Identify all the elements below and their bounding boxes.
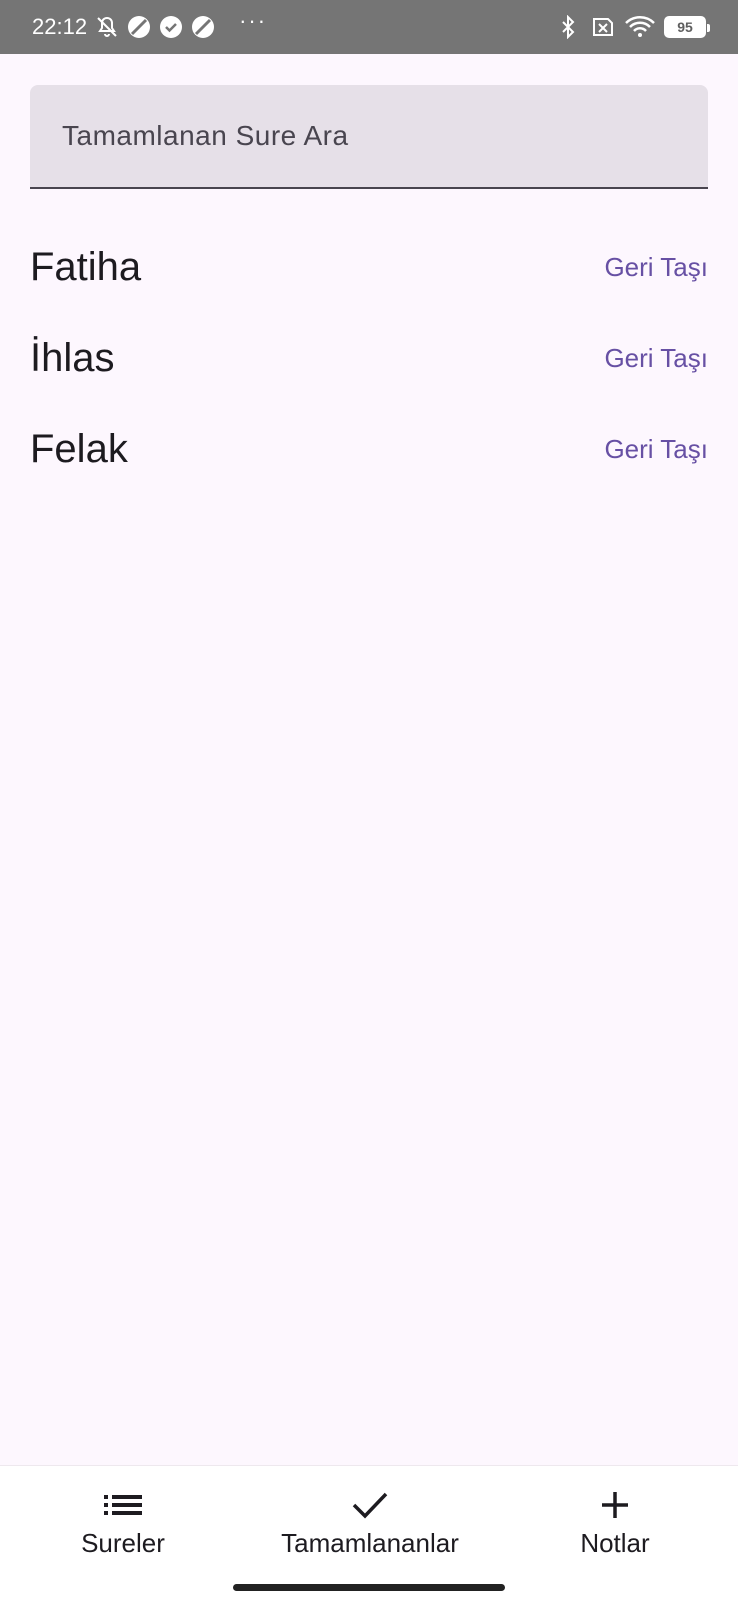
list-item: Fatiha Geri Taşı [30,222,708,313]
home-indicator[interactable] [233,1584,505,1591]
list-item: Felak Geri Taşı [30,404,708,495]
bluetooth-icon [556,15,580,39]
no-sim-icon [588,15,616,39]
search-input[interactable] [62,120,708,152]
list-icon [104,1488,142,1522]
search-field[interactable] [30,85,708,189]
nav-label-tamamlananlar: Tamamlananlar [281,1528,459,1558]
surah-title: Fatiha [30,245,142,289]
status-time: 22:12 [32,14,88,39]
completed-list: Fatiha Geri Taşı İhlas Geri Taşı Felak G… [30,222,708,495]
battery-icon: 95 [664,16,710,38]
app-icon [191,15,215,39]
nav-item-sureler[interactable]: Sureler [23,1466,223,1559]
move-back-button[interactable]: Geri Taşı [604,244,708,291]
status-bar: 22:12 ··· 95 [0,0,738,54]
status-bar-left: 22:12 ··· [32,10,267,40]
app-icon [127,15,151,39]
move-back-button[interactable]: Geri Taşı [604,426,708,473]
nav-label-notlar: Notlar [580,1528,650,1558]
nav-label-sureler: Sureler [81,1528,165,1558]
battery-level: 95 [677,19,693,35]
surah-title: İhlas [30,336,115,380]
more-dots-icon: ··· [239,8,268,33]
bottom-navigation: Sureler Tamamlananlar Notlar [0,1465,738,1600]
check-circle-icon [159,15,183,39]
move-back-button[interactable]: Geri Taşı [604,335,708,382]
wifi-icon [624,15,656,39]
status-bar-right: 95 [556,15,710,39]
surah-title: Felak [30,427,128,471]
nav-item-notlar[interactable]: Notlar [515,1466,715,1559]
nav-item-tamamlananlar[interactable]: Tamamlananlar [270,1466,470,1559]
check-icon [352,1488,388,1522]
muted-bell-icon [95,15,119,39]
list-item: İhlas Geri Taşı [30,313,708,404]
plus-icon [600,1488,630,1522]
